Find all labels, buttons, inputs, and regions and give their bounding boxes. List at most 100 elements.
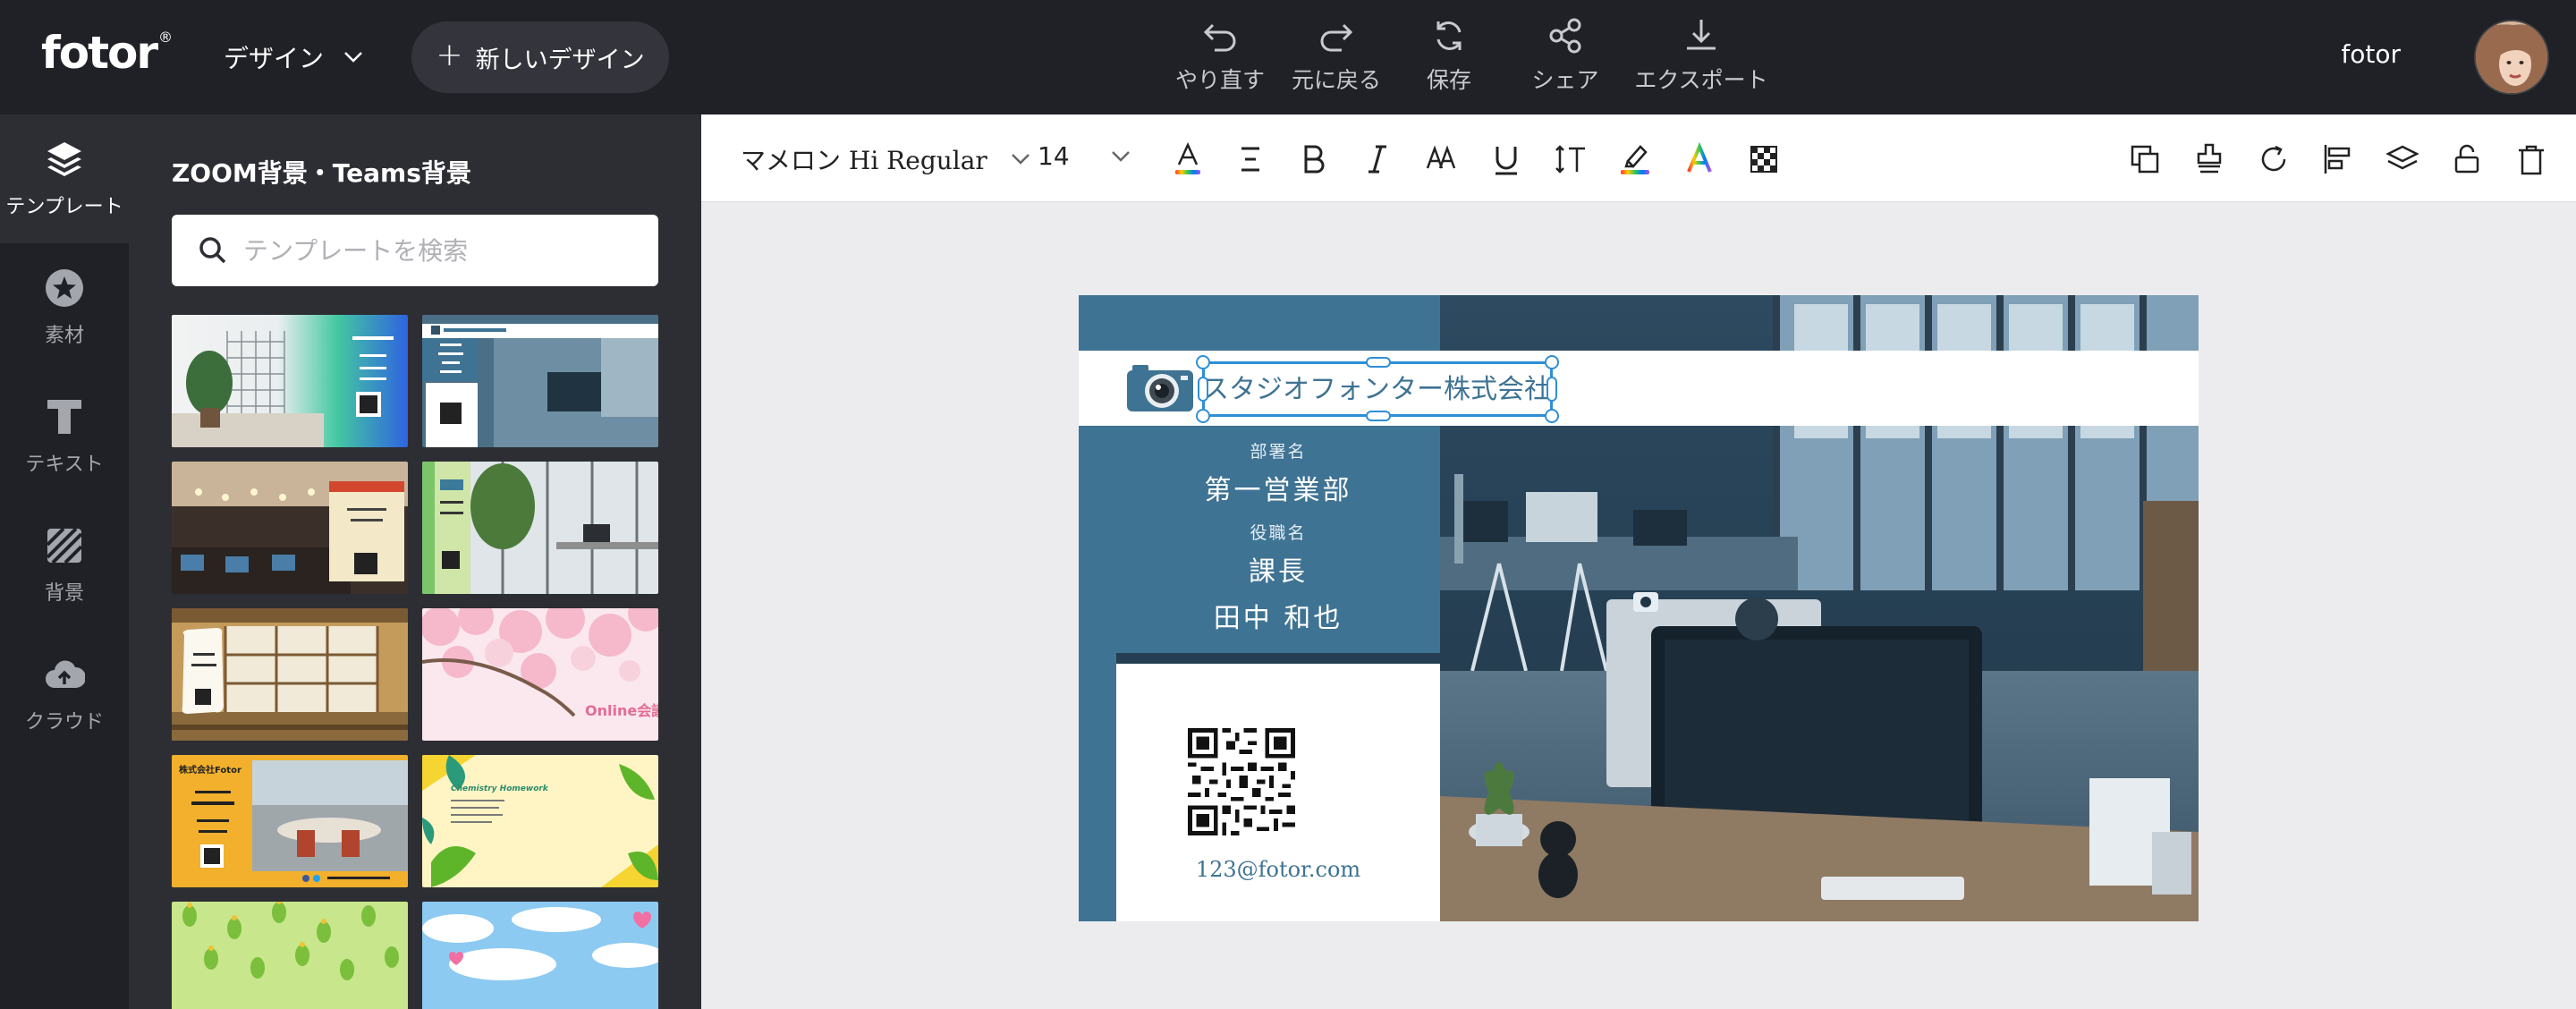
underline-button[interactable] xyxy=(1481,134,1531,184)
align-button[interactable] xyxy=(1225,134,1275,184)
pineapple-pattern-thumbnail xyxy=(172,902,408,1009)
search-box[interactable] xyxy=(172,215,658,286)
template-thumbnail[interactable] xyxy=(422,462,658,594)
cloud-upload-icon xyxy=(46,660,85,688)
delete-button[interactable] xyxy=(2506,134,2556,184)
background-pattern-icon xyxy=(46,527,83,564)
resize-handle-bottom-left[interactable] xyxy=(1196,409,1210,423)
design-canvas[interactable]: スタジオフォンター株式会社 部署名 第一営業部 役職名 課長 田中 和也 123… xyxy=(1079,295,2199,921)
text-color-button[interactable] xyxy=(1163,134,1213,184)
thumbnail-text: 株式会社Fotor xyxy=(179,764,242,776)
template-thumbnail[interactable] xyxy=(422,902,658,1009)
stamp-icon xyxy=(2197,143,2222,174)
italic-icon xyxy=(1368,145,1386,174)
new-design-button[interactable]: + 新しいデザイン xyxy=(411,21,669,93)
japanese-room-thumbnail xyxy=(172,608,408,741)
line-spacing-icon xyxy=(1555,145,1585,174)
template-thumbnail[interactable]: Chemistry Homework xyxy=(422,755,658,887)
resize-handle-left[interactable] xyxy=(1198,377,1208,402)
user-name[interactable]: fotor xyxy=(2341,39,2401,69)
resize-handle-top[interactable] xyxy=(1366,357,1391,368)
font-case-button[interactable] xyxy=(1417,134,1467,184)
font-size-select[interactable]: 14 xyxy=(1038,141,1070,171)
align-objects-button[interactable] xyxy=(2313,134,2363,184)
thumbnail-text: Online会議 xyxy=(585,702,658,719)
layers-icon xyxy=(47,142,81,176)
search-input[interactable] xyxy=(243,235,637,266)
duplicate-button[interactable] xyxy=(2120,134,2170,184)
rail-item-elements[interactable]: 素材 xyxy=(0,243,129,372)
rail-item-background[interactable]: 背景 xyxy=(0,501,129,630)
fotor-logo[interactable]: fotor ® xyxy=(41,27,173,79)
design-menu-label: デザイン xyxy=(224,44,325,73)
text-property-toolbar: マメロン Hi Regular 14 xyxy=(701,114,2576,202)
new-design-label: 新しいデザイン xyxy=(475,46,645,74)
meeting-room-yellow-thumbnail: 株式会社Fotor xyxy=(172,755,408,887)
highlighter-icon xyxy=(1621,145,1649,174)
email-text[interactable]: 123@fotor.com xyxy=(1116,857,1440,882)
camera-logo-icon[interactable] xyxy=(1125,361,1195,415)
template-thumbnail[interactable] xyxy=(172,902,408,1009)
save-button[interactable]: 保存 xyxy=(1390,16,1508,98)
save-label: 保存 xyxy=(1426,67,1471,93)
export-label: エクスポート xyxy=(1634,67,1768,93)
template-thumbnail[interactable] xyxy=(172,315,408,447)
left-accent-strip[interactable] xyxy=(1079,653,1116,921)
rail-item-templates[interactable]: テンプレート xyxy=(0,114,129,243)
star-icon xyxy=(46,269,83,307)
resize-handle-bottom[interactable] xyxy=(1366,411,1391,421)
share-button[interactable]: シェア xyxy=(1506,16,1624,98)
gradient-text-icon xyxy=(1687,141,1712,173)
template-thumbnail[interactable] xyxy=(422,315,658,447)
avatar[interactable] xyxy=(2474,20,2549,95)
rail-label: テキスト xyxy=(25,454,104,476)
bold-button[interactable] xyxy=(1288,134,1338,184)
format-painter-button[interactable] xyxy=(2184,134,2234,184)
template-thumbnail[interactable]: 株式会社Fotor xyxy=(172,755,408,887)
gradient-text-button[interactable] xyxy=(1674,134,1724,184)
highlight-button[interactable] xyxy=(1610,134,1660,184)
cherry-blossom-thumbnail: Online会議 xyxy=(422,608,658,741)
registered-mark: ® xyxy=(158,29,174,46)
user-avatar-icon xyxy=(2476,21,2547,93)
template-thumbnail[interactable]: Online会議 xyxy=(422,608,658,741)
redo-icon xyxy=(1320,23,1353,52)
letter-case-icon xyxy=(1426,145,1456,169)
transparency-button[interactable] xyxy=(1739,134,1789,184)
thumbnail-text: Chemistry Homework xyxy=(451,784,549,793)
rail-item-cloud[interactable]: クラウド xyxy=(0,630,129,759)
rail-label: クラウド xyxy=(24,711,104,733)
template-thumbnail[interactable] xyxy=(172,462,408,594)
resize-handle-bottom-right[interactable] xyxy=(1545,409,1559,423)
fotor-editor: fotor ® デザイン + 新しいデザイン やり直す 元に戻る 保存 シェア エ… xyxy=(0,0,2576,1009)
green-office-window-thumbnail xyxy=(422,462,658,594)
font-family-select[interactable]: マメロン Hi Regular xyxy=(741,141,1030,177)
top-bar: fotor ® デザイン + 新しいデザイン やり直す 元に戻る 保存 シェア エ… xyxy=(0,0,2576,114)
layer-order-button[interactable] xyxy=(2377,134,2428,184)
italic-button[interactable] xyxy=(1352,134,1402,184)
template-thumbnail[interactable] xyxy=(172,608,408,741)
rail-item-text[interactable]: テキスト xyxy=(0,372,129,501)
lock-button[interactable] xyxy=(2442,134,2492,184)
export-button[interactable]: エクスポート xyxy=(1634,16,1768,98)
undo-button[interactable]: やり直す xyxy=(1161,16,1279,98)
rotate-button[interactable] xyxy=(2249,134,2299,184)
resize-handle-top-right[interactable] xyxy=(1545,355,1559,369)
unlock-icon xyxy=(2454,144,2479,174)
rail-label: 背景 xyxy=(44,582,84,605)
qr-code-icon[interactable] xyxy=(1188,728,1295,835)
design-menu[interactable]: デザイン xyxy=(224,39,363,75)
share-icon xyxy=(1549,18,1581,54)
cafe-office-thumbnail xyxy=(172,462,408,594)
redo-button[interactable]: 元に戻る xyxy=(1277,16,1395,98)
role-label: 役職名 xyxy=(1250,523,1307,543)
bold-icon xyxy=(1304,145,1325,174)
text-selection-box[interactable] xyxy=(1196,355,1559,423)
resize-handle-top-left[interactable] xyxy=(1196,355,1210,369)
resize-handle-right[interactable] xyxy=(1546,377,1557,402)
chevron-down-icon xyxy=(344,52,362,63)
employee-info[interactable]: 部署名 第一営業部 役職名 課長 田中 和也 xyxy=(1116,438,1440,635)
copy-icon xyxy=(2131,145,2159,174)
chevron-down-icon[interactable] xyxy=(1111,150,1131,163)
line-spacing-button[interactable] xyxy=(1546,134,1596,184)
